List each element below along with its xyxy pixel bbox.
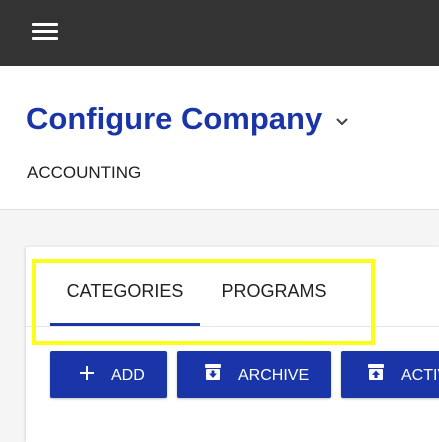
archive-button[interactable]: ARCHIVE <box>177 351 331 398</box>
archive-button-label: ARCHIVE <box>238 367 310 384</box>
page-title: Configure Company <box>26 101 323 136</box>
chevron-down-icon <box>336 118 348 125</box>
add-button-label: ADD <box>111 367 145 384</box>
page-header: Configure Company ACCOUNTING <box>0 66 439 210</box>
archive-box-up-icon <box>368 364 384 380</box>
tabs-divider <box>26 326 439 327</box>
tab-programs[interactable]: PROGRAMS <box>207 271 341 311</box>
hamburger-menu-icon <box>32 23 58 40</box>
activate-button[interactable]: ACTIVATE <box>341 351 439 398</box>
tab-categories[interactable]: CATEGORIES <box>50 271 200 311</box>
plus-icon <box>80 366 94 380</box>
page-subtitle: ACCOUNTING <box>27 163 142 182</box>
content-panel: CATEGORIES PROGRAMS <box>26 247 439 442</box>
add-button[interactable]: ADD <box>50 351 167 398</box>
menu-button[interactable] <box>29 18 63 46</box>
archive-box-down-icon <box>205 364 221 380</box>
activate-button-label: ACTIVATE <box>401 367 439 384</box>
top-app-bar <box>0 0 439 66</box>
company-selector[interactable]: Configure Company <box>26 97 348 141</box>
